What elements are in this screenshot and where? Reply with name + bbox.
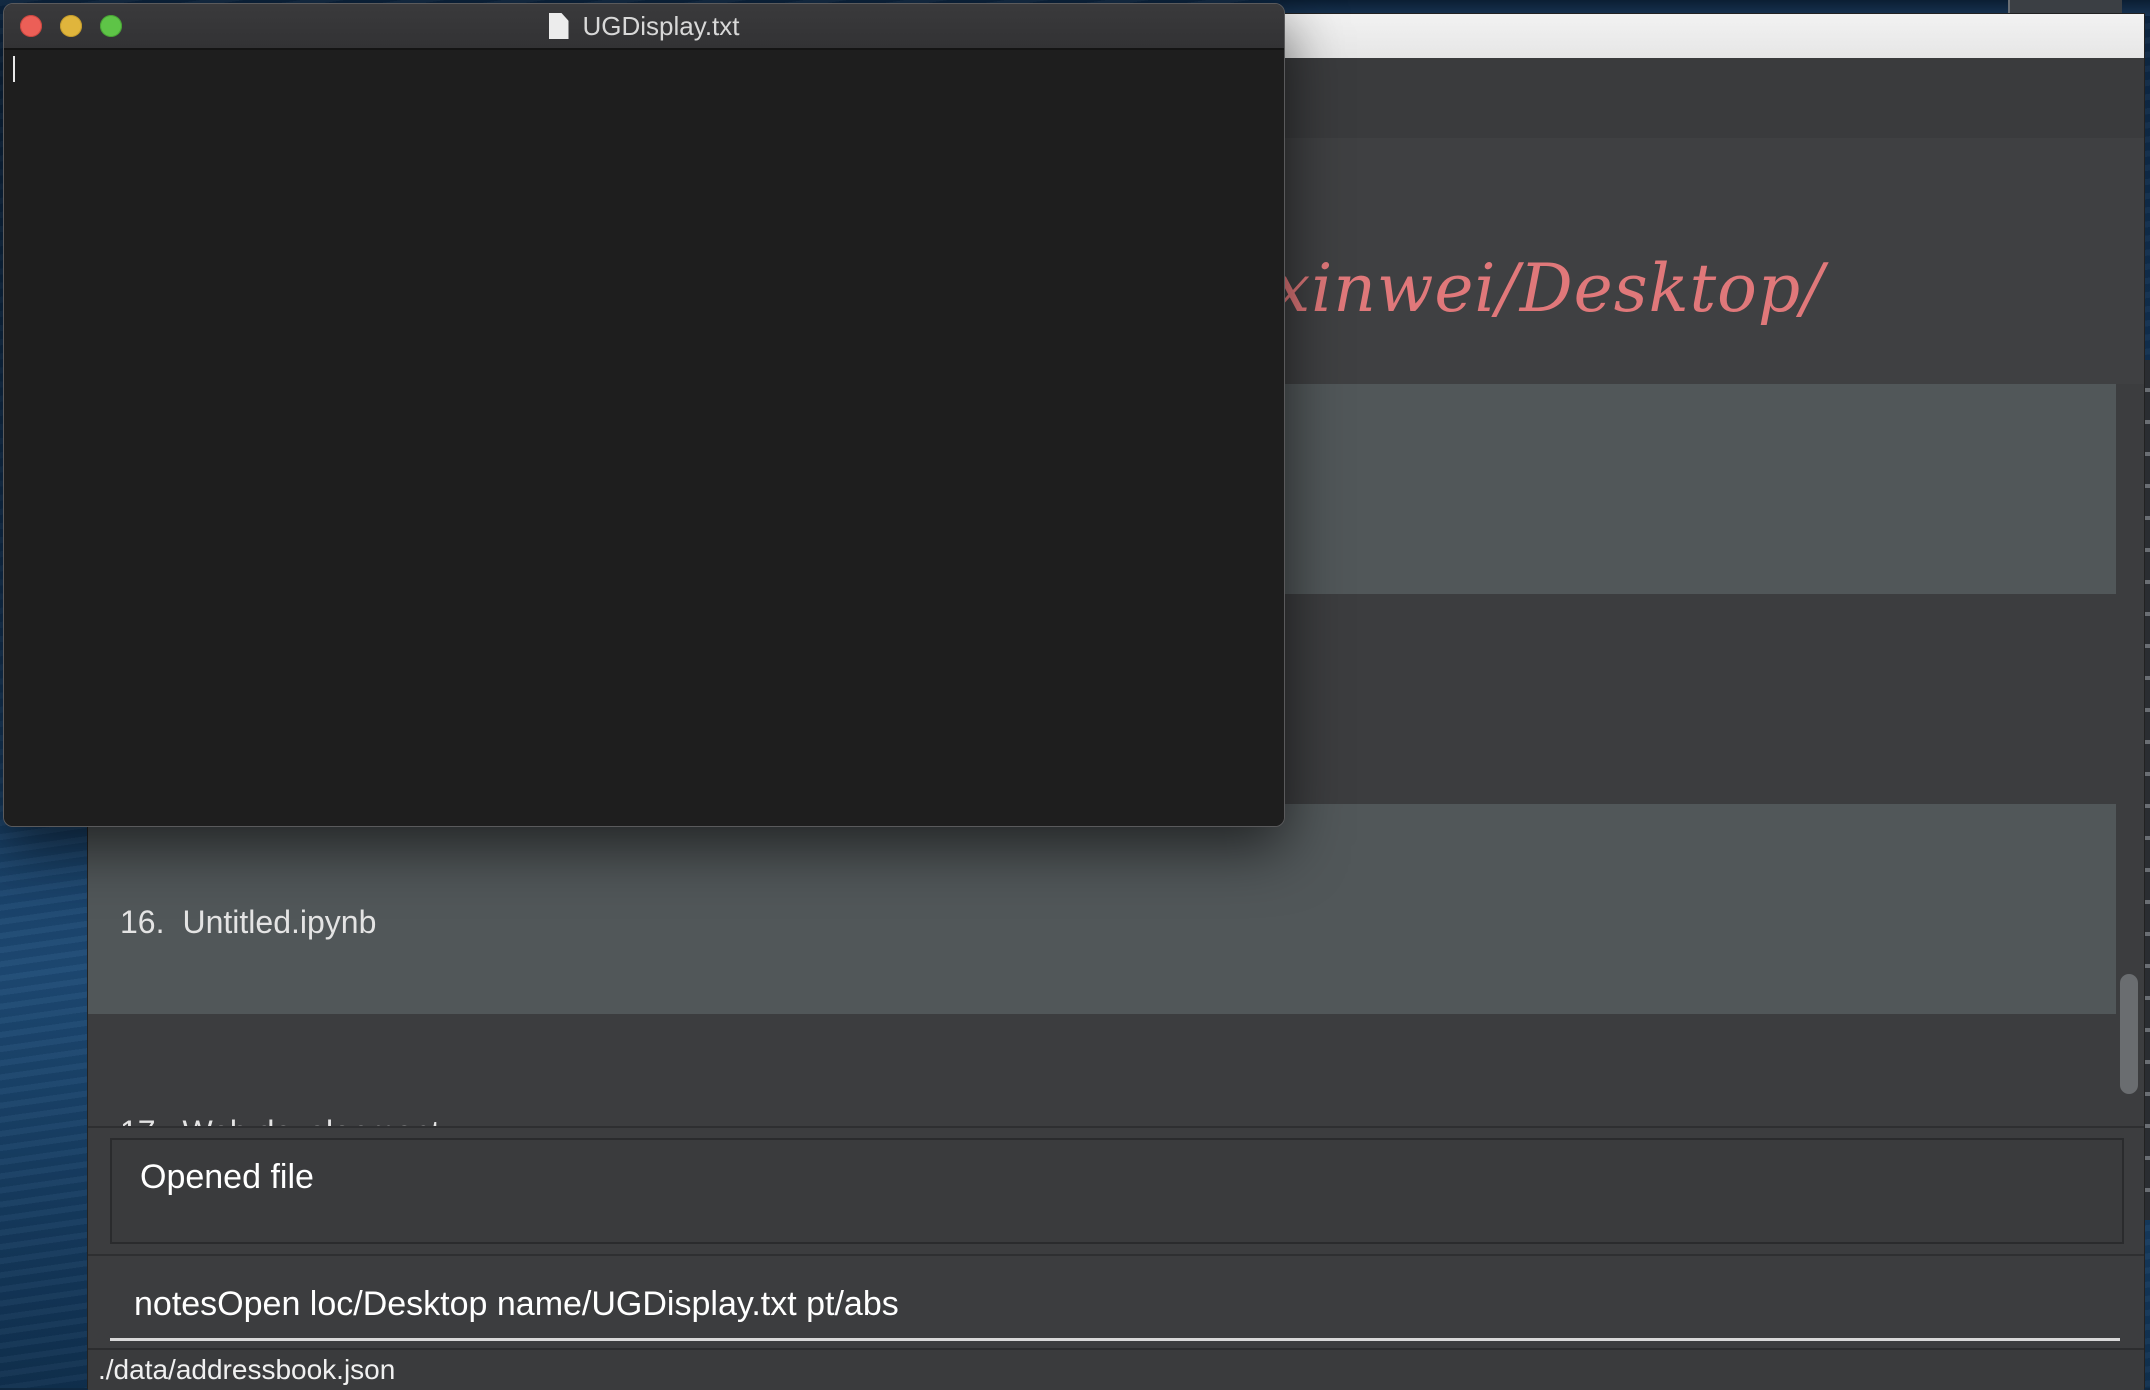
list-item-label: 16. Untitled.ipynb <box>120 904 376 941</box>
divider <box>88 1126 2144 1128</box>
editor-titlebar[interactable]: UGDisplay.txt <box>4 4 1284 50</box>
minimize-button-icon[interactable] <box>60 15 82 37</box>
document-icon <box>548 13 569 39</box>
list-item-label: 17. Web development <box>120 1114 440 1126</box>
editor-text-area[interactable] <box>4 50 1284 826</box>
status-file-path: ./data/addressbook.json <box>98 1354 396 1385</box>
zoom-button-icon[interactable] <box>100 15 122 37</box>
close-button-icon[interactable] <box>20 15 42 37</box>
editor-title: UGDisplay.txt <box>582 10 740 41</box>
list-item-name: Web development <box>182 1114 439 1126</box>
current-path: xinwei/Desktop/ <box>1273 250 1825 327</box>
list-item-index: 16. <box>120 904 165 940</box>
list-item[interactable]: 16. Untitled.ipynb <box>88 804 2116 1014</box>
list-item-name: Untitled.ipynb <box>182 904 377 940</box>
text-caret <box>13 56 15 82</box>
text-editor-window: UGDisplay.txt <box>3 3 1285 827</box>
list-scrollbar[interactable] <box>2120 974 2138 1094</box>
status-bar: ./data/addressbook.json <box>88 1348 2144 1390</box>
editor-title-area: UGDisplay.txt <box>4 4 1284 48</box>
result-display: Opened file <box>110 1138 2124 1244</box>
result-text: Opened file <box>140 1158 314 1196</box>
list-item[interactable]: 17. Web development <box>88 1014 2116 1126</box>
list-item-index: 17. <box>120 1114 164 1126</box>
command-box[interactable] <box>110 1260 2120 1341</box>
divider <box>88 1254 2144 1256</box>
command-input[interactable] <box>134 1280 2094 1328</box>
